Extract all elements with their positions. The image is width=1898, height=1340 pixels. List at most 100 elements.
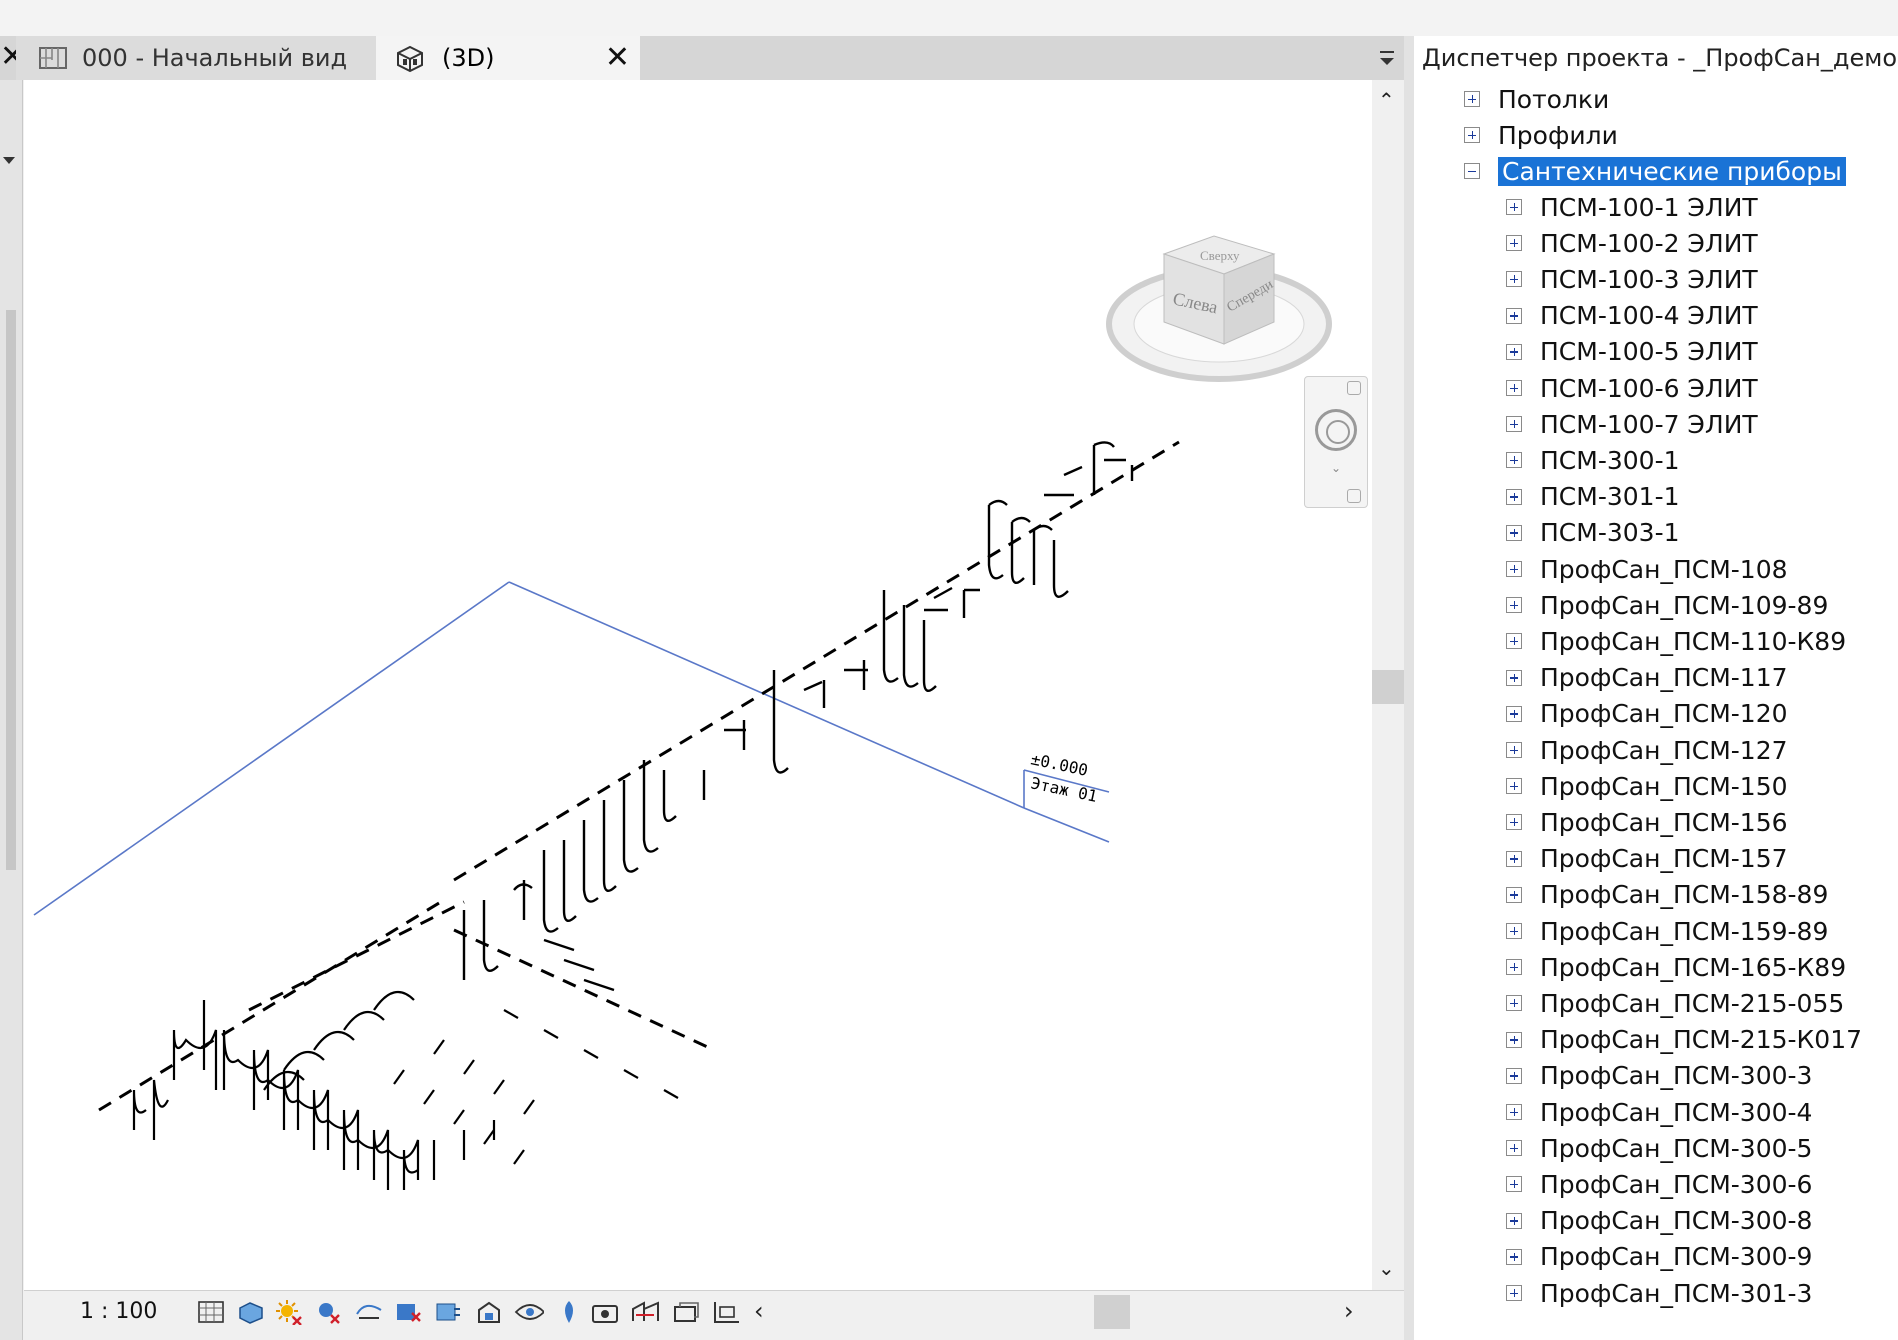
tree-item-fixture-family[interactable]: ПрофСан_ПСМ-300-4 [1506,1095,1812,1129]
expand-icon[interactable] [1464,91,1480,107]
expand-icon[interactable] [1506,1248,1522,1265]
collapse-icon[interactable] [1464,163,1480,179]
tree-item-fixture-family[interactable]: ПСМ-100-5 ЭЛИТ [1506,335,1758,369]
unlock-3d-view-icon[interactable] [474,1297,504,1327]
tree-item-fixture-family[interactable]: ПрофСан_ПСМ-109-89 [1506,588,1828,622]
tree-item-fixture-family[interactable]: ПСМ-100-6 ЭЛИТ [1506,371,1758,405]
expand-icon[interactable] [1506,307,1522,324]
expand-icon[interactable] [1506,814,1522,831]
navbar-options-icon[interactable] [1347,489,1361,503]
navbar-close-icon[interactable] [1347,381,1361,395]
tree-item-fixture-family[interactable]: ПрофСан_ПСМ-110-К89 [1506,624,1846,658]
show-crop-region-icon[interactable] [434,1297,464,1327]
tree-item-fixture-family[interactable]: ПрофСан_ПСМ-127 [1506,733,1788,767]
expand-icon[interactable] [1506,1285,1522,1301]
tree-item-fixture-family[interactable]: ПрофСан_ПСМ-300-3 [1506,1059,1812,1093]
tree-item-fixture-family[interactable]: ПрофСан_ПСМ-215-055 [1506,986,1844,1020]
sun-path-off-icon[interactable] [274,1297,304,1327]
tree-item-fixture-family[interactable]: ПрофСан_ПСМ-117 [1506,661,1788,695]
panel-scrollbar[interactable] [6,310,16,870]
tree-item-fixture-family[interactable]: ПСМ-100-2 ЭЛИТ [1506,226,1758,260]
tree-item-fixture-family[interactable]: ПрофСан_ПСМ-159-89 [1506,914,1828,948]
tree-item-ceilings[interactable]: Потолки [1464,82,1609,116]
expand-icon[interactable] [1506,778,1522,795]
expand-icon[interactable] [1506,1031,1522,1048]
tree-item-fixture-family[interactable]: ПСМ-100-3 ЭЛИТ [1506,262,1758,296]
expand-icon[interactable] [1506,235,1522,252]
expand-icon[interactable] [1506,488,1522,505]
crop-view-icon[interactable] [394,1297,424,1327]
expand-icon[interactable] [1506,742,1522,758]
detail-level-icon[interactable] [196,1297,226,1327]
expand-icon[interactable] [1506,524,1522,541]
tree-item-fixture-family[interactable]: ПрофСан_ПСМ-300-5 [1506,1131,1812,1165]
viewcube[interactable]: Слева Спереди Сверху [1104,184,1334,388]
tree-item-fixture-family[interactable]: ПСМ-303-1 [1506,516,1680,550]
viewport-vertical-scrollbar[interactable]: ⌃ ⌄ [1372,80,1404,1290]
expand-icon[interactable] [1506,343,1522,360]
expand-icon[interactable] [1506,1140,1522,1157]
tab-start-view[interactable]: 000 - Начальный вид [16,36,376,80]
expand-icon[interactable] [1506,561,1522,577]
vertical-scroll-thumb[interactable] [1372,670,1404,704]
expand-icon[interactable] [1464,127,1480,143]
expand-icon[interactable] [1506,452,1522,469]
tree-item-fixture-family[interactable]: ПрофСан_ПСМ-215-К017 [1506,1023,1862,1057]
tree-item-fixture-family[interactable]: ПрофСан_ПСМ-150 [1506,769,1788,803]
tree-item-fixture-family[interactable]: ПрофСан_ПСМ-300-9 [1506,1240,1812,1274]
expand-icon[interactable] [1506,1067,1522,1084]
expand-icon[interactable] [1506,416,1522,433]
tree-item-fixture-family[interactable]: ПСМ-300-1 [1506,443,1680,477]
temporary-hide-icon[interactable] [514,1297,544,1327]
viewport-horizontal-scrollbar[interactable] [844,1291,1384,1333]
view-scale[interactable]: 1 : 100 [80,1299,157,1324]
show-rendering-icon[interactable] [354,1297,384,1327]
shadows-off-icon[interactable] [314,1297,344,1327]
tree-item-fixture-family[interactable]: ПСМ-100-4 ЭЛИТ [1506,299,1758,333]
expand-icon[interactable] [1506,1104,1522,1120]
worksharing-display-icon[interactable] [590,1297,620,1327]
analytical-model-icon[interactable] [630,1297,660,1327]
tree-item-fixture-family[interactable]: ПСМ-301-1 [1506,480,1680,514]
expand-icon[interactable] [1506,705,1522,722]
highlight-displacement-icon[interactable] [672,1297,702,1327]
tree-item-fixture-family[interactable]: ПрофСан_ПСМ-158-89 [1506,878,1828,912]
tree-item-fixture-family[interactable]: ПрофСан_ПСМ-157 [1506,842,1788,876]
tree-item-fixture-family[interactable]: ПрофСан_ПСМ-165-К89 [1506,950,1846,984]
close-tab-button[interactable]: ✕ [605,40,630,75]
close-all-button[interactable]: ✕ [0,36,16,80]
panel-dropdown-icon[interactable] [2,152,16,166]
scroll-left-icon[interactable]: ‹ [754,1297,764,1325]
tab-3d-view[interactable]: (3D) ✕ [376,36,640,80]
expand-icon[interactable] [1506,850,1522,867]
tree-item-plumbing-fixtures[interactable]: Сантехнические приборы [1464,154,1846,188]
scroll-right-icon[interactable]: › [1344,1297,1354,1325]
expand-icon[interactable] [1506,271,1522,288]
expand-icon[interactable] [1506,995,1522,1012]
tree-item-fixture-family[interactable]: ПрофСан_ПСМ-120 [1506,697,1788,731]
tab-list-dropdown-icon[interactable] [1372,46,1402,70]
reveal-constraints-icon[interactable] [712,1297,742,1327]
expand-icon[interactable] [1506,886,1522,903]
panel-divider[interactable] [1404,36,1414,1340]
expand-icon[interactable] [1506,633,1522,650]
tree-item-fixture-family[interactable]: ПСМ-100-1 ЭЛИТ [1506,190,1758,224]
tree-item-fixture-family[interactable]: ПрофСан_ПСМ-156 [1506,805,1788,839]
tree-item-fixture-family[interactable]: ПСМ-100-7 ЭЛИТ [1506,407,1758,441]
tree-item-profiles[interactable]: Профили [1464,118,1618,152]
expand-icon[interactable] [1506,380,1522,396]
tree-item-fixture-family[interactable]: ПрофСан_ПСМ-301-3 [1506,1276,1812,1310]
navbar-dropdown-icon[interactable]: ⌄ [1331,461,1341,475]
reveal-hidden-icon[interactable] [554,1297,584,1327]
tree-item-fixture-family[interactable]: ПрофСан_ПСМ-108 [1506,552,1788,586]
expand-icon[interactable] [1506,199,1522,215]
expand-icon[interactable] [1506,1176,1522,1193]
expand-icon[interactable] [1506,669,1522,686]
expand-icon[interactable] [1506,959,1522,976]
steering-wheel-icon[interactable] [1315,409,1357,451]
tree-item-fixture-family[interactable]: ПрофСан_ПСМ-300-8 [1506,1204,1812,1238]
3d-viewport[interactable]: ±0.000 Этаж 01 Слева Спереди Сверху ⌄ [24,80,1372,1290]
tree-item-fixture-family[interactable]: ПрофСан_ПСМ-300-6 [1506,1167,1812,1201]
expand-icon[interactable] [1506,597,1522,614]
expand-icon[interactable] [1506,923,1522,939]
